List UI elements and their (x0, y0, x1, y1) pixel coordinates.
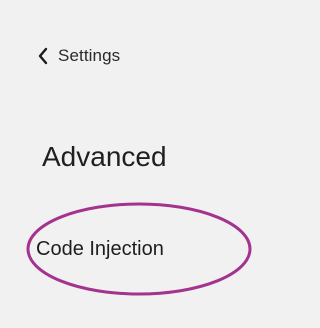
back-to-settings-link[interactable]: Settings (36, 44, 120, 68)
section-title: Advanced (42, 141, 167, 172)
back-link-label: Settings (58, 46, 121, 65)
chevron-left-icon (36, 47, 50, 65)
menu-item-label: Code Injection (36, 237, 164, 260)
menu-item-code-injection[interactable]: Code Injection (26, 202, 252, 296)
